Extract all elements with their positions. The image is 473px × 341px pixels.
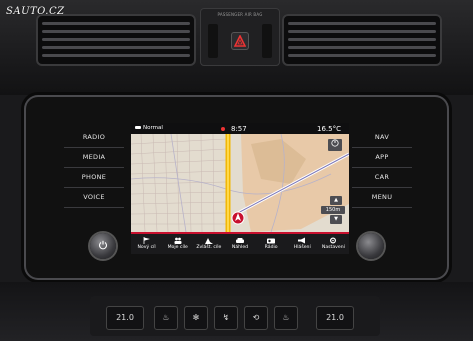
dock-label: Rádio xyxy=(264,245,278,250)
climate-panel: 21.0 ♨ ✻ ↯ ⟲ ♨ 21.0 xyxy=(90,296,380,336)
right-vent-switch[interactable] xyxy=(262,24,272,58)
fan-icon: ✻ xyxy=(192,313,200,322)
zoom-in-icon: ▲ xyxy=(334,197,338,203)
dock-special-destinations[interactable]: Zvlášt. cíle xyxy=(193,232,225,254)
dock-new-destination[interactable]: Nový cíl xyxy=(131,232,163,254)
compass-button[interactable] xyxy=(328,139,342,151)
clock: 8:57 xyxy=(231,124,247,133)
people-icon xyxy=(174,237,182,244)
dock-label: Hlášení xyxy=(293,245,311,250)
radio-button[interactable]: RADIO xyxy=(64,128,124,148)
dock-overview[interactable]: Náhled xyxy=(224,232,256,254)
map-scale: 150m xyxy=(321,206,345,214)
center-control-panel: PASSENGER AIR BAG xyxy=(200,8,280,66)
outside-temperature: 16.5°C xyxy=(317,125,341,133)
voice-button[interactable]: VOICE xyxy=(64,188,124,208)
dock-label: Zvlášt. cíle xyxy=(196,245,222,250)
watermark: SAUTO.CZ xyxy=(6,6,65,17)
app-button[interactable]: APP xyxy=(352,148,412,168)
left-vent-switch[interactable] xyxy=(208,24,218,58)
profile-label[interactable]: Normal xyxy=(135,125,163,131)
zoom-out-button[interactable]: ▼ xyxy=(330,215,342,224)
left-air-vent xyxy=(36,14,196,66)
right-air-vent xyxy=(282,14,442,66)
power-volume-knob[interactable] xyxy=(90,233,116,259)
dock-label: Náhled xyxy=(231,245,249,250)
car-icon xyxy=(235,238,244,243)
dock-settings[interactable]: Nastavení xyxy=(317,232,349,254)
left-hardkeys: RADIO MEDIA PHONE VOICE xyxy=(64,128,124,208)
seat-heat-left-button[interactable]: ♨ xyxy=(154,306,178,330)
zoom-out-icon: ▼ xyxy=(334,216,338,222)
airbag-label: PASSENGER AIR BAG xyxy=(217,12,263,17)
settings-icon xyxy=(330,237,337,244)
hazard-triangle-icon xyxy=(234,35,246,47)
dock-radio[interactable]: Rádio xyxy=(255,232,287,254)
seat-icon: ♨ xyxy=(162,313,170,322)
radio-icon xyxy=(267,238,276,244)
notification-dot xyxy=(221,126,225,131)
seat-heat-right-button[interactable]: ♨ xyxy=(274,306,298,330)
media-button[interactable]: MEDIA xyxy=(64,148,124,168)
profile-name: Normal xyxy=(143,125,163,131)
megaphone-icon xyxy=(298,237,306,244)
bottom-dock: Nový cíl Moje cíle Zvlášt. cíle Náhled R… xyxy=(131,232,349,254)
zoom-in-button[interactable]: ▲ xyxy=(330,196,342,205)
seat-icon: ♨ xyxy=(282,313,290,322)
menu-button[interactable]: MENU xyxy=(352,188,412,208)
dock-label: Moje cíle xyxy=(167,245,188,250)
car-dashboard-photo: PASSENGER AIR BAG SAUTO.CZ RADIO MEDIA P… xyxy=(0,0,473,341)
recirculation-button[interactable]: ⟲ xyxy=(244,306,268,330)
poi-icon xyxy=(204,238,213,244)
status-bar: Normal 8:57 16.5°C xyxy=(131,123,349,134)
flag-icon xyxy=(143,237,150,244)
phone-button[interactable]: PHONE xyxy=(64,168,124,188)
compass-icon xyxy=(331,139,339,147)
car-recirculation-icon: ⟲ xyxy=(252,313,260,322)
dock-announcements[interactable]: Hlášení xyxy=(286,232,318,254)
climate-auto-button[interactable]: ↯ xyxy=(214,306,238,330)
navigation-map[interactable] xyxy=(131,134,349,232)
right-hardkeys: NAV APP CAR MENU xyxy=(352,128,412,208)
car-profile-icon xyxy=(135,126,141,129)
power-icon xyxy=(98,240,108,250)
hazard-button[interactable] xyxy=(231,32,249,50)
temperature-unit: °C xyxy=(332,124,341,133)
fan-button[interactable]: ✻ xyxy=(184,306,208,330)
left-temperature-display[interactable]: 21.0 xyxy=(106,306,144,330)
temperature-value: 16.5 xyxy=(317,124,333,133)
touchscreen: Normal 8:57 16.5°C ▲ 150m ▼ Nový cíl Moj… xyxy=(131,123,349,254)
dock-label: Nový cíl xyxy=(137,245,156,250)
dock-my-destinations[interactable]: Moje cíle xyxy=(162,232,194,254)
dock-label: Nastavení xyxy=(321,245,345,250)
airflow-icon: ↯ xyxy=(222,313,230,322)
car-button[interactable]: CAR xyxy=(352,168,412,188)
current-position-marker xyxy=(231,211,245,225)
nav-button[interactable]: NAV xyxy=(352,128,412,148)
tuning-knob[interactable] xyxy=(358,233,384,259)
right-temperature-display[interactable]: 21.0 xyxy=(316,306,354,330)
